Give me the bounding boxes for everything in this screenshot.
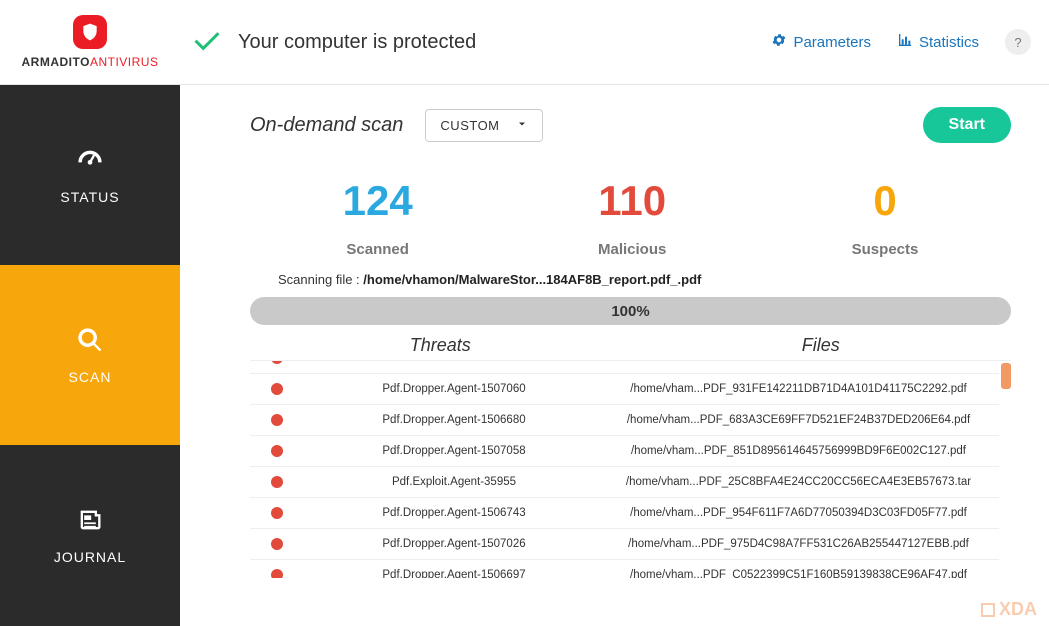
check-icon — [192, 25, 222, 60]
suspects-label: Suspects — [852, 241, 919, 258]
table-row[interactable]: Pdf.Dropper.Agent-1507026/home/vham...PD… — [250, 529, 999, 560]
threat-file: /home/vham...PDF_931FE142211DB71D4A101D4… — [604, 383, 999, 395]
table-header: Threats Files — [250, 335, 1011, 356]
sidebar-item-journal[interactable]: JOURNAL — [0, 445, 180, 625]
scanned-value: 124 — [343, 177, 413, 225]
threat-dot-icon — [250, 360, 304, 364]
brand-text: ARMADITOANTIVIRUS — [22, 55, 159, 69]
table-row[interactable]: Pdf.Dropper.Agent-1506680/home/vham...PD… — [250, 405, 999, 436]
suspects-value: 0 — [852, 177, 919, 225]
threat-name: Pdf.Dropper.Agent-1506697 — [304, 569, 604, 578]
table-row[interactable]: Pdf.Dropper.Agent-1507060/home/vham...PD… — [250, 374, 999, 405]
threat-name: Pdf.Exploit.Agent-35955 — [304, 476, 604, 488]
threat-name: Pdf.Dropper.Agent-1506743 — [304, 507, 604, 519]
statistics-label: Statistics — [919, 34, 979, 51]
scan-mode-dropdown[interactable]: CUSTOM — [425, 109, 542, 142]
progress-bar: 100% — [250, 297, 1011, 325]
malicious-value: 110 — [598, 177, 666, 225]
sidebar: STATUS SCAN JOURNAL — [0, 85, 180, 626]
gauge-icon — [76, 146, 104, 177]
scan-mode-value: CUSTOM — [440, 118, 499, 133]
counter-malicious: 110 Malicious — [598, 177, 666, 258]
scanned-label: Scanned — [343, 241, 413, 258]
protection-status-text: Your computer is protected — [238, 31, 476, 54]
watermark-square-icon — [981, 603, 995, 617]
sidebar-item-status[interactable]: STATUS — [0, 85, 180, 265]
statistics-link[interactable]: Statistics — [897, 32, 979, 52]
watermark-text: XDA — [999, 599, 1037, 620]
top-bar: ARMADITOANTIVIRUS Your computer is prote… — [0, 0, 1049, 85]
threat-name: Pdf.Dropper.Agent-1507058 — [304, 445, 604, 457]
main-panel: On-demand scan CUSTOM Start 124 Scanned … — [180, 85, 1049, 626]
threat-name: Pdf.Dropper.Agent-1507060 — [304, 383, 604, 395]
brand-name-2: ANTIVIRUS — [90, 55, 159, 69]
threat-dot-icon — [250, 445, 304, 457]
threat-dot-icon — [250, 476, 304, 488]
table-row[interactable]: Pdf.Exploit.Agent-35955/home/vham...PDF_… — [250, 467, 999, 498]
sidebar-item-label: JOURNAL — [54, 549, 126, 565]
protection-status: Your computer is protected — [192, 25, 476, 60]
start-button[interactable]: Start — [923, 107, 1011, 143]
threats-table[interactable]: Pdf.Dropper.Agent-1507060/home/vham...PD… — [250, 360, 1011, 578]
progress-value: 100% — [611, 303, 649, 320]
watermark: XDA — [981, 599, 1037, 620]
bar-chart-icon — [897, 32, 913, 52]
help-button[interactable]: ? — [1005, 29, 1031, 55]
threat-file: /home/vham...PDF_C0522399C51F160B5913983… — [604, 569, 999, 578]
threat-file: /home/vham...PDF_683A3CE69FF7D521EF24B37… — [604, 414, 999, 426]
newspaper-icon — [76, 506, 104, 537]
threat-file: /home/vham...PDF_954F611F7A6D77050394D3C… — [604, 507, 999, 519]
sidebar-item-scan[interactable]: SCAN — [0, 265, 180, 445]
threat-dot-icon — [250, 569, 304, 578]
brand-shield-icon — [73, 15, 107, 49]
threat-file: /home/vham...PDF_975D4C98A7FF531C26AB255… — [604, 538, 999, 550]
threat-dot-icon — [250, 414, 304, 426]
brand-name-1: ARMADITO — [22, 55, 90, 69]
sidebar-item-label: STATUS — [60, 189, 119, 205]
search-icon — [76, 326, 104, 357]
threat-name: Pdf.Dropper.Agent-1506680 — [304, 414, 604, 426]
threat-dot-icon — [250, 383, 304, 395]
threat-dot-icon — [250, 507, 304, 519]
threat-name: Pdf.Dropper.Agent-1507026 — [304, 538, 604, 550]
table-row[interactable]: Pdf.Dropper.Agent-1507058/home/vham...PD… — [250, 436, 999, 467]
scrollbar-thumb[interactable] — [1001, 363, 1011, 389]
table-row[interactable]: Pdf.Dropper.Agent-1506743/home/vham...PD… — [250, 498, 999, 529]
scanning-prefix: Scanning file : — [278, 272, 363, 287]
sidebar-item-label: SCAN — [69, 369, 112, 385]
malicious-label: Malicious — [598, 241, 666, 258]
scanning-file-line: Scanning file : /home/vhamon/MalwareStor… — [250, 272, 1011, 287]
threat-file: /home/vham...PDF_851D895614645756999BD9F… — [604, 445, 999, 457]
table-row[interactable] — [250, 360, 999, 374]
counter-suspects: 0 Suspects — [852, 177, 919, 258]
table-row[interactable]: Pdf.Dropper.Agent-1506697/home/vham...PD… — [250, 560, 999, 578]
chevron-down-icon — [516, 118, 528, 133]
page-title: On-demand scan — [250, 114, 403, 137]
parameters-label: Parameters — [793, 34, 871, 51]
gear-icon — [771, 32, 787, 52]
threat-file: /home/vham...PDF_25C8BFA4E24CC20CC56ECA4… — [604, 476, 999, 488]
counter-scanned: 124 Scanned — [343, 177, 413, 258]
threats-header: Threats — [250, 335, 631, 356]
threat-dot-icon — [250, 538, 304, 550]
scanning-path: /home/vhamon/MalwareStor...184AF8B_repor… — [363, 272, 701, 287]
files-header: Files — [631, 335, 1012, 356]
parameters-link[interactable]: Parameters — [771, 32, 871, 52]
top-links: Parameters Statistics ? — [771, 29, 1031, 55]
brand-block: ARMADITOANTIVIRUS — [0, 15, 180, 69]
